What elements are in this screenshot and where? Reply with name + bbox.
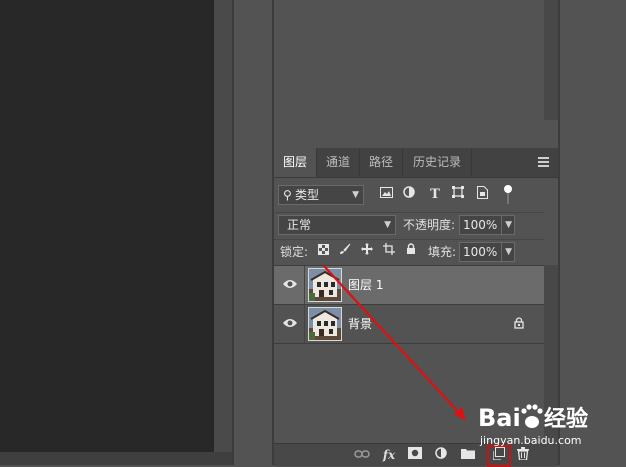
svg-text:Bai: Bai xyxy=(478,404,521,432)
watermark-url: jingyan.baidu.com xyxy=(480,434,582,447)
baidu-jingyan-watermark: Bai 经验 jingyan.baidu.com xyxy=(478,396,596,456)
baidu-logo-icon: Bai 经验 xyxy=(478,404,588,432)
svg-text:经验: 经验 xyxy=(544,406,588,432)
